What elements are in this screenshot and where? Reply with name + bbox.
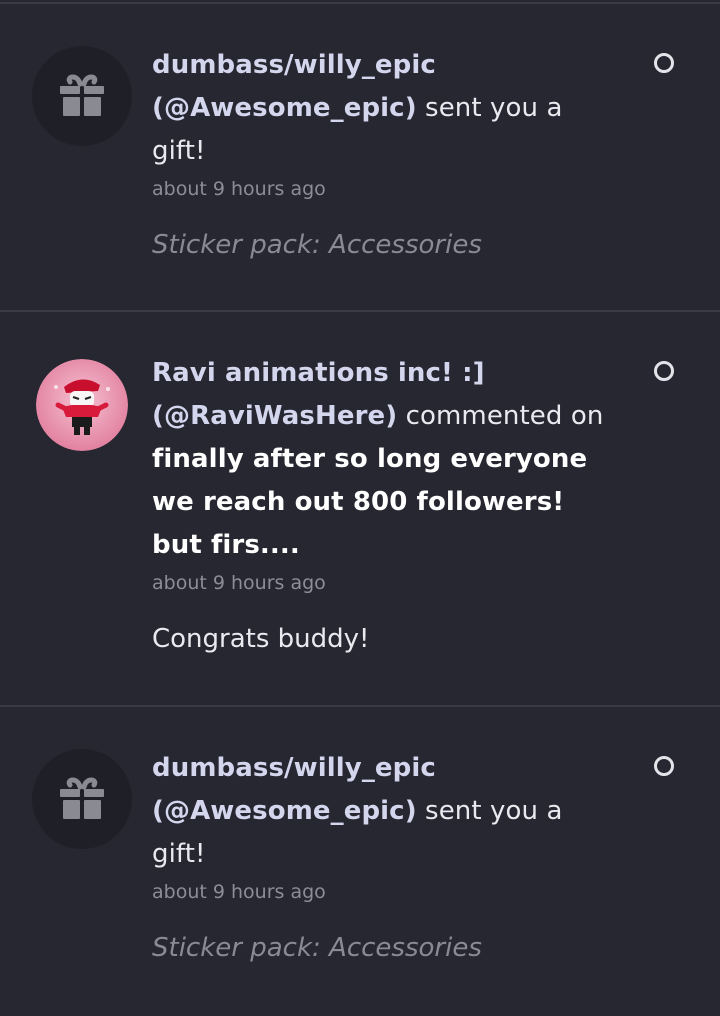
gift-icon [60, 74, 104, 116]
notification-text: dumbass/willy_epic (@Awesome_epic) sent … [152, 44, 622, 173]
gift-detail: Sticker pack: Accessories [152, 230, 482, 260]
post-title-link[interactable]: finally after so long everyone we reach … [152, 444, 587, 560]
sender-handle[interactable]: (@Awesome_epic) [152, 93, 417, 123]
action-text: commented on [397, 401, 604, 431]
sender-name[interactable]: Ravi animations inc! :] [152, 358, 485, 388]
gift-icon [60, 777, 104, 819]
timestamp: about 9 hours ago [152, 572, 326, 594]
notification-item-comment[interactable]: Ravi animations inc! :] (@RaviWasHere) c… [0, 312, 720, 706]
timestamp: about 9 hours ago [152, 881, 326, 903]
sender-handle[interactable]: (@Awesome_epic) [152, 796, 417, 826]
notification-item-gift-2[interactable]: dumbass/willy_epic (@Awesome_epic) sent … [0, 707, 720, 1016]
sender-handle[interactable]: (@RaviWasHere) [152, 401, 397, 431]
notification-item-gift-1[interactable]: dumbass/willy_epic (@Awesome_epic) sent … [0, 0, 720, 312]
unread-indicator-icon[interactable] [654, 53, 674, 73]
sender-name[interactable]: dumbass/willy_epic [152, 753, 436, 783]
comment-text: Congrats buddy! [152, 624, 370, 654]
gift-avatar [32, 46, 132, 146]
notification-text: Ravi animations inc! :] (@RaviWasHere) c… [152, 352, 622, 567]
avatar[interactable] [36, 359, 128, 451]
gift-detail: Sticker pack: Accessories [152, 933, 482, 963]
unread-indicator-icon[interactable] [654, 756, 674, 776]
unread-indicator-icon[interactable] [654, 361, 674, 381]
notification-text: dumbass/willy_epic (@Awesome_epic) sent … [152, 747, 622, 876]
sender-name[interactable]: dumbass/willy_epic [152, 50, 436, 80]
timestamp: about 9 hours ago [152, 178, 326, 200]
gift-avatar [32, 749, 132, 849]
